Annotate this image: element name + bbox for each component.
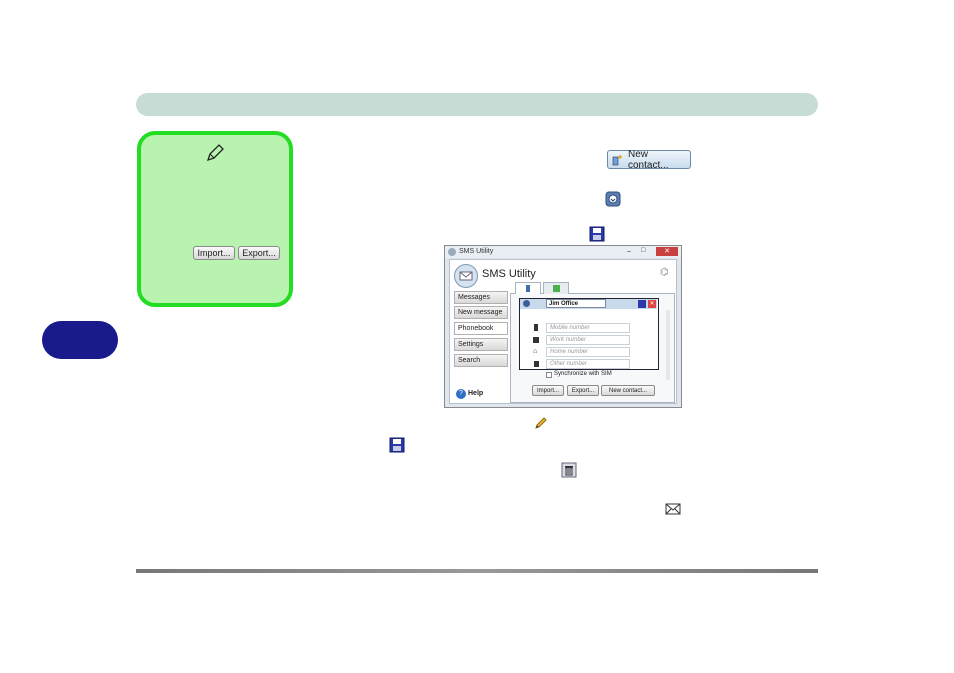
window-body: SMS Utility ⌬ Messages New message Phone… [449, 259, 677, 404]
footer-rule [136, 569, 818, 573]
contact-header: Jim Office ✕ [520, 299, 657, 309]
message-envelope-icon[interactable] [665, 501, 681, 517]
app-icon [448, 248, 456, 256]
work-number-field[interactable]: Work number [546, 335, 630, 345]
nav-search[interactable]: Search [454, 354, 508, 367]
app-name: SMS Utility [482, 268, 536, 280]
mobile-number-field[interactable]: Mobile number [546, 323, 630, 333]
close-button[interactable]: ✕ [656, 247, 678, 256]
pencil-icon [205, 143, 225, 168]
new-contact-button-window[interactable]: New contact... [601, 385, 655, 396]
signal-icon: ⌬ [660, 267, 669, 278]
sync-sim-label: Synchronize with SIM [554, 371, 612, 377]
delete-contact-icon[interactable]: ✕ [648, 300, 656, 308]
nav-messages[interactable]: Messages [454, 291, 508, 304]
save-icon-2[interactable] [389, 437, 405, 453]
collapse-icon[interactable] [605, 191, 621, 207]
home-icon: ⌂ [533, 348, 538, 355]
mobile-icon [534, 324, 538, 331]
note-box: Import... Export... [137, 131, 293, 307]
trash-icon[interactable] [561, 462, 577, 478]
envelope-logo-icon [454, 264, 478, 288]
help-icon[interactable]: ? [456, 389, 466, 399]
sim-icon [553, 285, 560, 292]
sync-sim-checkbox[interactable] [546, 372, 552, 378]
other-icon [534, 361, 539, 367]
edit-icon[interactable] [533, 415, 549, 431]
minimize-button[interactable]: – [627, 248, 631, 255]
export-button-window[interactable]: Export... [567, 385, 599, 396]
nav-settings[interactable]: Settings [454, 338, 508, 351]
header-bar [136, 93, 818, 116]
save-icon[interactable] [589, 226, 605, 242]
help-label[interactable]: Help [468, 390, 483, 397]
tab-phone-contacts[interactable] [515, 282, 541, 294]
sms-utility-window: SMS Utility – □ ✕ SMS Utility ⌬ Messages… [444, 245, 682, 408]
import-button[interactable]: Import... [193, 246, 235, 260]
new-contact-label: New contact... [628, 148, 669, 171]
collapse-contact-icon[interactable] [523, 300, 530, 307]
phone-icon [526, 285, 530, 292]
chapter-tab [42, 321, 118, 359]
import-button-window[interactable]: Import... [532, 385, 564, 396]
new-contact-icon [612, 154, 624, 166]
maximize-button[interactable]: □ [641, 247, 645, 254]
scrollbar[interactable] [666, 310, 670, 380]
contact-name-input[interactable]: Jim Office [546, 299, 606, 308]
window-title: SMS Utility [459, 248, 494, 255]
work-icon [533, 337, 539, 343]
export-button[interactable]: Export... [238, 246, 280, 260]
nav-phonebook[interactable]: Phonebook [454, 322, 508, 335]
home-number-field[interactable]: Home number [546, 347, 630, 357]
new-contact-button[interactable]: New contact... [607, 148, 691, 171]
nav-new-message[interactable]: New message [454, 306, 508, 319]
save-contact-icon[interactable] [638, 300, 646, 308]
tab-sim-contacts[interactable] [543, 282, 569, 294]
other-number-field[interactable]: Other number [546, 359, 630, 369]
window-titlebar: SMS Utility – □ ✕ [445, 246, 681, 258]
